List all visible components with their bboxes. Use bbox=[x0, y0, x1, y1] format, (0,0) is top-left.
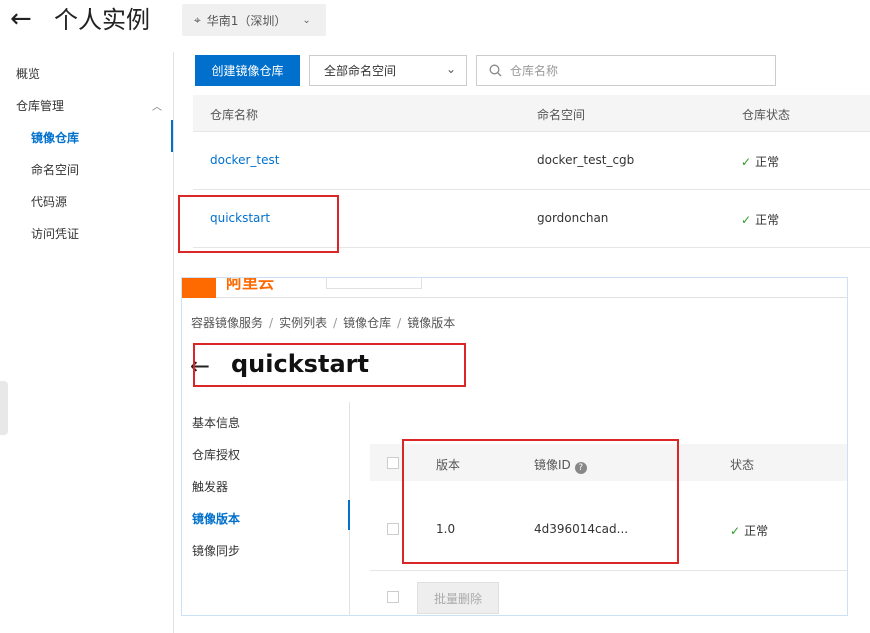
sidebar-divider bbox=[173, 52, 174, 633]
bottom-select-checkbox[interactable] bbox=[387, 591, 399, 603]
aliyun-logo: 阿里云 bbox=[226, 277, 275, 292]
namespace-select[interactable]: 全部命名空间 ⌄ bbox=[309, 55, 467, 86]
check-icon: ✓ bbox=[741, 155, 752, 169]
column-header-repo-status: 仓库状态 bbox=[742, 108, 791, 122]
namespace-select-value: 全部命名空间 bbox=[324, 64, 397, 78]
back-arrow-icon[interactable]: ← bbox=[10, 4, 32, 34]
search-box[interactable] bbox=[476, 55, 776, 86]
check-icon: ✓ bbox=[730, 524, 741, 538]
sidebar-item-image-repo[interactable]: 镜像仓库 bbox=[31, 130, 79, 146]
search-icon bbox=[489, 64, 502, 77]
inset-nav-basic-info[interactable]: 基本信息 bbox=[192, 414, 240, 431]
region-label: 华南1（深圳） bbox=[206, 13, 287, 28]
breadcrumb-item[interactable]: 实例列表 bbox=[279, 316, 327, 330]
sidebar-item-overview[interactable]: 概览 bbox=[16, 66, 40, 82]
row-checkbox[interactable] bbox=[387, 523, 399, 535]
create-repo-button[interactable]: 创建镜像仓库 bbox=[195, 55, 300, 86]
breadcrumb-item[interactable]: 容器镜像服务 bbox=[191, 316, 263, 330]
repo-status-text: 正常 bbox=[755, 155, 780, 169]
menu-icon[interactable] bbox=[182, 278, 216, 298]
inset-nav-trigger[interactable]: 触发器 bbox=[192, 478, 228, 495]
batch-delete-button[interactable]: 批量删除 bbox=[417, 582, 499, 614]
sidebar-active-indicator bbox=[171, 120, 173, 152]
version-status: ✓ 正常 bbox=[730, 522, 768, 539]
breadcrumb-item: 镜像版本 bbox=[407, 316, 456, 330]
select-all-checkbox[interactable] bbox=[387, 457, 399, 469]
column-header-status: 状态 bbox=[730, 458, 755, 472]
chevron-down-icon: ⌄ bbox=[445, 62, 456, 76]
column-header-repo-name: 仓库名称 bbox=[210, 108, 259, 122]
location-pin-icon: ⌖ bbox=[194, 12, 201, 27]
sidebar-item-code-source[interactable]: 代码源 bbox=[31, 194, 67, 210]
version-status-text: 正常 bbox=[744, 524, 769, 538]
page-title: 个人实例 bbox=[54, 6, 150, 34]
repo-namespace: docker_test_cgb bbox=[537, 153, 635, 167]
breadcrumb: 容器镜像服务 / 实例列表 / 镜像仓库 / 镜像版本 bbox=[191, 316, 456, 330]
side-collapse-handle[interactable] bbox=[0, 381, 8, 435]
sidebar-item-namespace[interactable]: 命名空间 bbox=[31, 162, 79, 178]
inset-top-bar: 阿里云 bbox=[182, 277, 847, 298]
repo-table-header: 仓库名称 命名空间 仓库状态 bbox=[193, 95, 870, 132]
highlight-box bbox=[178, 195, 339, 253]
repo-namespace: gordonchan bbox=[537, 211, 609, 225]
repo-status-text: 正常 bbox=[755, 213, 780, 227]
check-icon: ✓ bbox=[741, 213, 752, 227]
column-header-namespace: 命名空间 bbox=[537, 108, 586, 122]
top-bar-tab bbox=[326, 278, 422, 289]
chevron-up-icon[interactable]: ︿ bbox=[152, 98, 162, 113]
region-selector[interactable]: ⌖ 华南1（深圳） ⌄ bbox=[182, 4, 326, 36]
repo-status: ✓ 正常 bbox=[741, 153, 779, 170]
search-input[interactable] bbox=[510, 63, 750, 78]
chevron-down-icon: ⌄ bbox=[302, 14, 311, 26]
inset-nav-active-indicator bbox=[348, 500, 350, 530]
inset-nav-repo-auth[interactable]: 仓库授权 bbox=[192, 446, 240, 463]
breadcrumb-item[interactable]: 镜像仓库 bbox=[343, 316, 391, 330]
inset-nav-image-version[interactable]: 镜像版本 bbox=[192, 510, 240, 527]
repo-status: ✓ 正常 bbox=[741, 211, 779, 228]
inset-nav-image-sync[interactable]: 镜像同步 bbox=[192, 542, 240, 559]
repo-name-link[interactable]: docker_test bbox=[210, 153, 279, 167]
highlight-box bbox=[402, 439, 679, 564]
table-row: docker_test docker_test_cgb ✓ 正常 bbox=[193, 132, 870, 190]
sidebar-item-access-credentials[interactable]: 访问凭证 bbox=[31, 226, 79, 242]
sidebar-item-repo-management[interactable]: 仓库管理 bbox=[16, 98, 64, 114]
highlight-box bbox=[193, 343, 466, 387]
